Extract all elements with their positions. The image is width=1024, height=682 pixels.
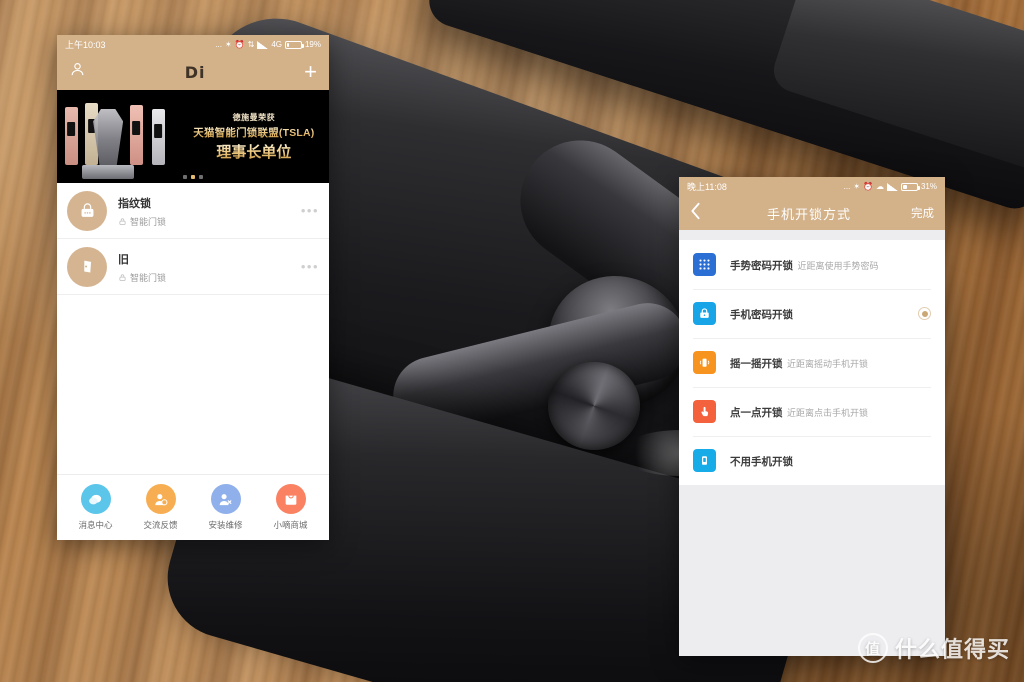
done-button[interactable]: 完成	[900, 205, 934, 221]
device-list-item[interactable]: 旧 智能门锁 •••	[57, 239, 329, 295]
left-status-time: 上午10:03	[65, 40, 106, 50]
option-title: 点一点开锁	[730, 406, 783, 419]
shopping-bag-icon	[275, 484, 306, 514]
shortcut-message-center[interactable]: 消息中心	[67, 484, 125, 531]
left-statusbar: 上午10:03 ... ✶ ⏰ ⇅ 4G 19%	[57, 35, 329, 54]
device-name: 旧	[118, 253, 129, 266]
right-phone-screenshot: 晚上11:08 ... ✶ ⏰ ☁ 31% 手机开锁方式 完成 手势密码开锁 近…	[679, 177, 945, 656]
left-navbar: Di +	[57, 54, 329, 90]
shortcut-label: 交流反馈	[143, 520, 178, 530]
alarm-icon: ⏰	[234, 39, 245, 49]
app-logo: Di	[184, 62, 206, 82]
watermark-badge: 值	[857, 633, 888, 663]
device-menu-icon[interactable]: •••	[301, 259, 319, 274]
device-list-item[interactable]: 指纹锁 智能门锁 •••	[57, 183, 329, 239]
smart-lock-dial	[548, 362, 640, 450]
right-navbar: 手机开锁方式 完成	[679, 196, 945, 230]
unlock-option-shake[interactable]: 摇一摇开锁 近距离摇动手机开锁	[679, 338, 945, 387]
left-empty-area	[57, 295, 329, 474]
watermark-text: 什么值得买	[894, 637, 1010, 662]
padlock-icon	[693, 302, 716, 325]
carousel-dot-active[interactable]	[191, 175, 195, 179]
battery-icon	[900, 182, 920, 191]
right-empty-area	[679, 485, 945, 656]
signal-icon	[257, 40, 269, 49]
person-icon[interactable]	[69, 61, 86, 83]
device-menu-icon[interactable]: •••	[301, 203, 319, 218]
content-top-gap	[679, 230, 945, 240]
device-subtitle: 智能门锁	[130, 216, 167, 227]
left-bottom-shortcuts: 消息中心 交流反馈 安装维修 小嘀商城	[57, 474, 329, 540]
wifi-icon: ☁	[875, 181, 884, 191]
unlock-method-list: 手势密码开锁 近距离使用手势密码 手机密码开锁 摇一摇开锁 近距离摇动手机开锁 …	[679, 240, 945, 485]
battery-percent-label: 31%	[920, 181, 937, 191]
device-subtitle: 智能门锁	[130, 272, 167, 283]
message-bubble-icon	[80, 484, 111, 514]
unlock-option-no-phone[interactable]: 不用手机开锁	[679, 436, 945, 485]
option-radio-selected[interactable]	[918, 307, 931, 320]
sync-icon: ⇅	[247, 39, 255, 49]
shortcut-mall[interactable]: 小嘀商城	[262, 484, 320, 531]
tap-finger-icon	[693, 400, 716, 423]
banner-line-1: 德施曼荣获	[232, 112, 276, 122]
left-phone-screenshot: 上午10:03 ... ✶ ⏰ ⇅ 4G 19% Di + 德施曼荣获 天猫智能…	[57, 35, 329, 540]
alarm-icon: ⏰	[863, 181, 873, 191]
carousel-dot[interactable]	[199, 175, 203, 179]
right-statusbar: 晚上11:08 ... ✶ ⏰ ☁ 31%	[679, 177, 945, 196]
device-name: 指纹锁	[118, 197, 151, 210]
bluetooth-icon: ✶	[853, 181, 861, 191]
battery-percent-label: 19%	[304, 39, 321, 49]
option-title: 摇一摇开锁	[730, 357, 783, 370]
more-dots-icon: ...	[215, 39, 222, 49]
smzdm-watermark: 值 什么值得买	[857, 632, 1010, 664]
shortcut-label: 安装维修	[208, 520, 243, 530]
lock-icon	[119, 273, 126, 281]
padlock-keypad-icon	[67, 190, 107, 231]
option-subtitle: 近距离摇动手机开锁	[786, 358, 868, 369]
shortcut-install-repair[interactable]: 安装维修	[197, 484, 255, 531]
person-feedback-icon	[145, 484, 176, 514]
pattern-grid-icon	[693, 253, 716, 276]
unlock-option-tap[interactable]: 点一点开锁 近距离点击手机开锁	[679, 387, 945, 436]
lock-icon	[119, 217, 126, 225]
network-type-label: 4G	[271, 39, 282, 49]
banner-line-2: 天猫智能门锁联盟(TSLA)	[185, 125, 323, 140]
battery-icon	[284, 40, 304, 49]
unlock-option-phone-password[interactable]: 手机密码开锁	[679, 289, 945, 338]
right-status-time: 晚上11:08	[687, 182, 727, 192]
plus-icon[interactable]: +	[304, 61, 317, 83]
banner-carousel-dots[interactable]	[183, 175, 203, 179]
door-lock-icon	[67, 246, 107, 287]
chevron-left-icon[interactable]	[690, 202, 718, 224]
shortcut-feedback[interactable]: 交流反馈	[132, 484, 190, 531]
option-subtitle: 近距离使用手势密码	[797, 260, 879, 271]
option-title: 手机密码开锁	[730, 308, 793, 321]
more-dots-icon: ...	[843, 181, 851, 191]
shake-phone-icon	[693, 351, 716, 374]
option-subtitle: 近距离点击手机开锁	[786, 407, 868, 418]
option-title: 不用手机开锁	[730, 455, 793, 468]
shortcut-label: 消息中心	[78, 520, 113, 530]
promo-banner[interactable]: 德施曼荣获 天猫智能门锁联盟(TSLA) 理事长单位	[57, 90, 329, 183]
banner-line-3: 理事长单位	[185, 141, 323, 162]
banner-product-image	[57, 90, 185, 183]
phone-off-icon	[693, 449, 716, 472]
screenshot-stage: 上午10:03 ... ✶ ⏰ ⇅ 4G 19% Di + 德施曼荣获 天猫智能…	[0, 0, 1024, 682]
person-wrench-icon	[210, 484, 241, 514]
carousel-dot[interactable]	[183, 175, 187, 179]
option-title: 手势密码开锁	[730, 259, 793, 272]
bluetooth-icon: ✶	[224, 39, 232, 49]
signal-icon	[886, 182, 898, 191]
page-title: 手机开锁方式	[766, 206, 851, 222]
shortcut-label: 小嘀商城	[273, 520, 308, 530]
unlock-option-gesture[interactable]: 手势密码开锁 近距离使用手势密码	[679, 240, 945, 289]
